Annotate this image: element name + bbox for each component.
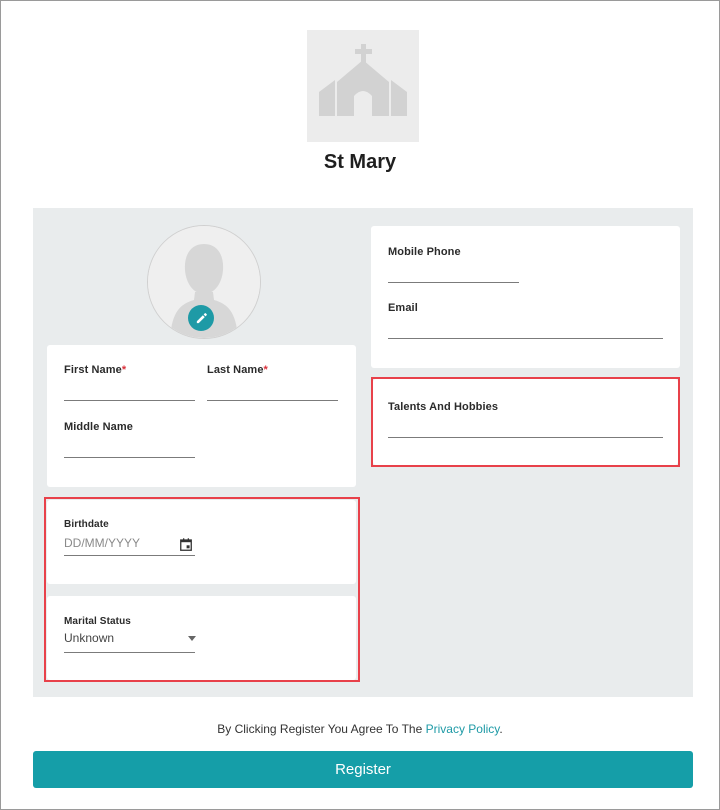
mobile-phone-label: Mobile Phone [388,246,461,258]
mobile-phone-input[interactable] [388,282,519,283]
required-marker: * [121,364,127,376]
agreement-text: By Clicking Register You Agree To The Pr… [217,722,503,736]
organization-name: St Mary [323,151,397,173]
email-label: Email [388,302,418,314]
highlight-box-birth-marital [44,497,360,682]
last-name-label: Last Name* [207,364,268,376]
required-marker: * [263,364,268,376]
pencil-icon [196,312,207,323]
privacy-policy-link[interactable]: Privacy Policy [426,722,500,736]
church-logo-icon [307,30,419,142]
first-name-label: First Name* [64,364,127,376]
register-button[interactable]: Register [33,751,693,788]
first-name-input[interactable] [64,400,195,401]
middle-name-input[interactable] [64,457,195,458]
highlight-box-talents [371,377,680,467]
edit-avatar-button[interactable] [188,305,214,331]
email-input[interactable] [388,338,663,339]
last-name-input[interactable] [207,400,338,401]
middle-name-label: Middle Name [64,421,133,433]
